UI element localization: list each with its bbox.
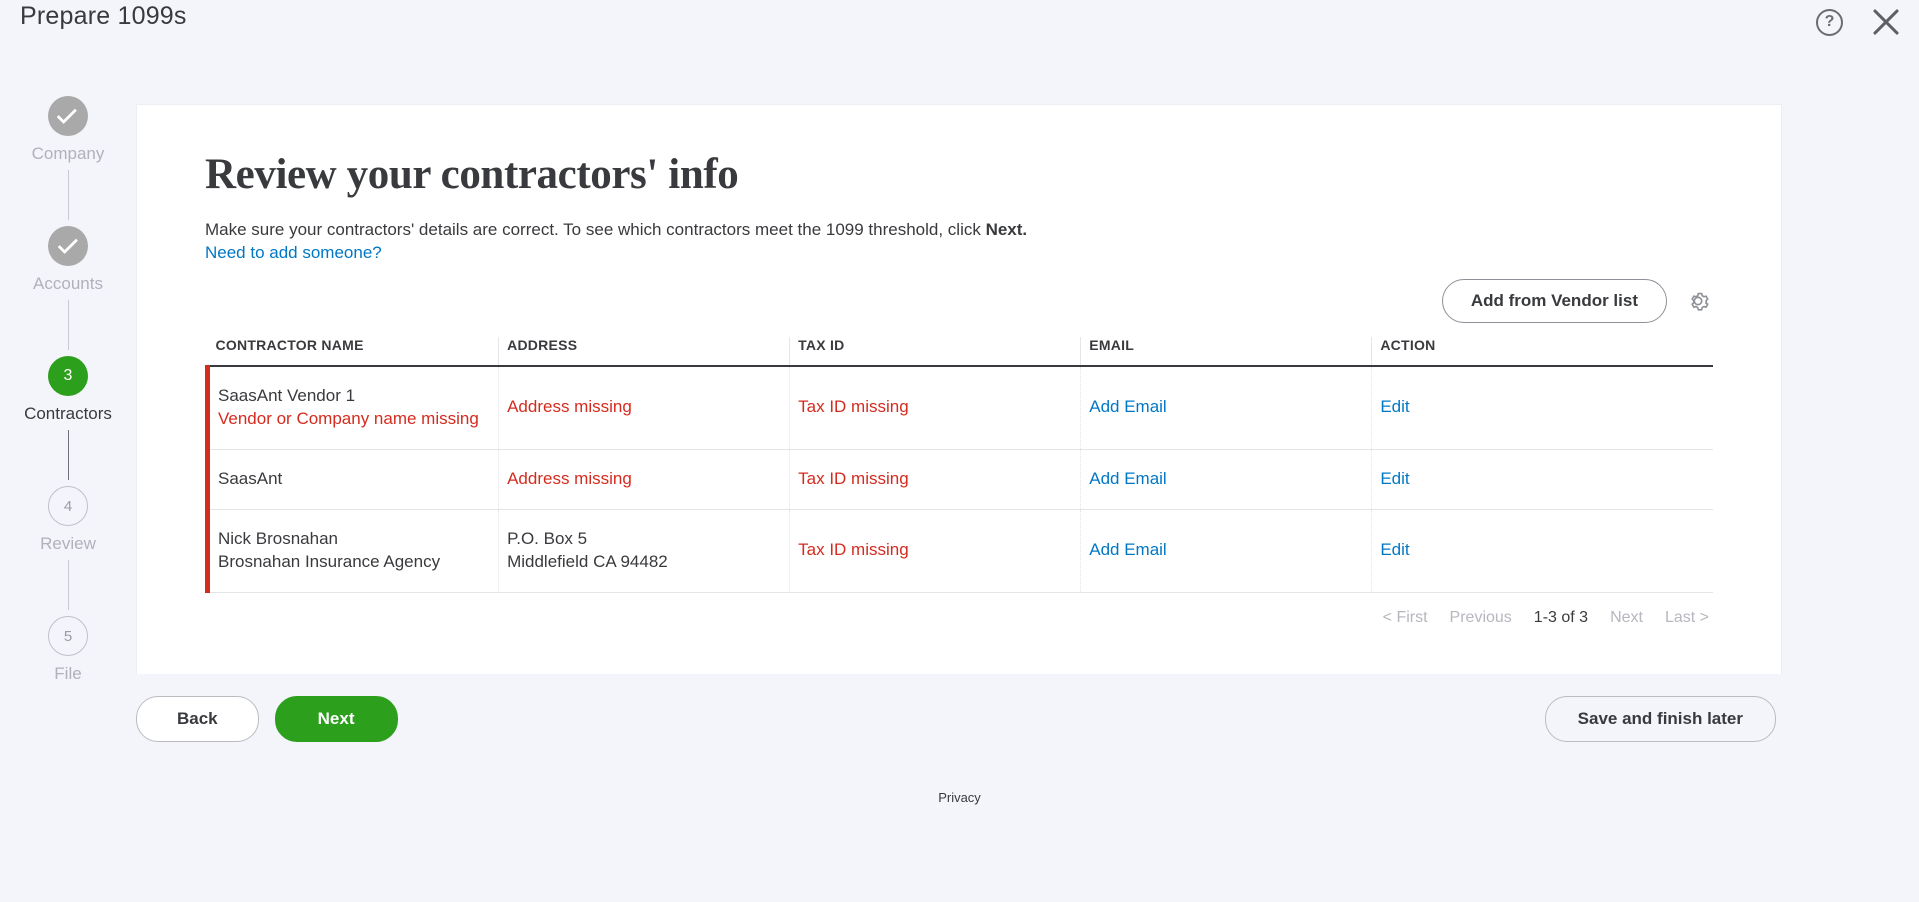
tax-id-value: Tax ID missing: [798, 397, 909, 417]
table-row: SaasAnt Address missing Tax ID missing A…: [204, 449, 1713, 510]
edit-link[interactable]: Edit: [1380, 540, 1409, 559]
cell-email: Add Email: [1080, 449, 1372, 510]
step-bubble-company: [47, 96, 88, 136]
address-line-2: Middlefield CA 94482: [507, 551, 668, 571]
cell-action: Edit: [1371, 449, 1713, 510]
column-header-tax-id: TAX ID: [789, 336, 1081, 367]
close-button[interactable]: [1871, 7, 1901, 37]
stepper-connector: [67, 560, 69, 610]
back-button[interactable]: Back: [136, 696, 259, 742]
stepper-connector: [67, 170, 69, 220]
cell-action: Edit: [1371, 365, 1713, 450]
cell-tax-id: Tax ID missing: [789, 449, 1081, 510]
column-header-email: EMAIL: [1080, 336, 1372, 367]
check-icon: [57, 103, 78, 125]
address-line-1: Address missing: [507, 397, 632, 417]
tax-id-value: Tax ID missing: [798, 540, 909, 560]
stepper-connector: [67, 430, 69, 480]
page-description: Make sure your contractors' details are …: [205, 218, 1713, 243]
sidebar-step-company[interactable]: Company: [31, 96, 105, 164]
contractor-name: SaasAnt: [218, 468, 283, 488]
table-row: Nick Brosnahan Brosnahan Insurance Agenc…: [204, 509, 1713, 593]
sidebar-step-accounts[interactable]: Accounts: [33, 226, 103, 294]
step-bubble-contractors: 3: [48, 356, 88, 396]
sidebar-step-file[interactable]: 5 File: [48, 616, 88, 684]
cell-action: Edit: [1371, 509, 1713, 593]
add-email-link[interactable]: Add Email: [1089, 397, 1166, 416]
step-label-company: Company: [31, 144, 105, 163]
prepare-1099s-window: Prepare 1099s ? Company Accounts 3 Contr…: [0, 0, 1919, 902]
add-email-link[interactable]: Add Email: [1089, 469, 1166, 488]
wizard-stepper: Company Accounts 3 Contractors 4 Review …: [0, 96, 136, 684]
help-circle-icon: ?: [1816, 8, 1843, 36]
step-label-review: Review: [40, 534, 96, 553]
need-to-add-someone-link[interactable]: Need to add someone?: [205, 243, 1713, 263]
table-header-row: CONTRACTOR NAME ADDRESS TAX ID EMAIL ACT…: [207, 336, 1713, 367]
cell-contractor-name: Nick Brosnahan Brosnahan Insurance Agenc…: [204, 509, 499, 593]
close-icon: [1871, 7, 1901, 37]
step-bubble-file: 5: [48, 616, 88, 656]
step-label-contractors: Contractors: [24, 404, 112, 423]
page-description-text: Make sure your contractors' details are …: [205, 220, 986, 240]
sidebar-step-contractors[interactable]: 3 Contractors: [24, 356, 112, 424]
add-email-link[interactable]: Add Email: [1089, 540, 1166, 559]
edit-link[interactable]: Edit: [1380, 397, 1409, 416]
cell-email: Add Email: [1080, 509, 1372, 593]
contractor-name: SaasAnt Vendor 1: [218, 385, 356, 405]
address-line-1: Address missing: [507, 468, 632, 488]
pagination: < First Previous 1-3 of 3 Next Last >: [205, 609, 1713, 627]
cell-tax-id: Tax ID missing: [789, 509, 1081, 593]
topbar-actions: ?: [1816, 0, 1901, 44]
help-button[interactable]: ?: [1816, 8, 1843, 36]
cell-email: Add Email: [1080, 365, 1372, 450]
step-label-file: File: [54, 664, 82, 683]
cell-contractor-name: SaasAnt Vendor 1 Vendor or Company name …: [204, 365, 499, 450]
pagination-last[interactable]: Last >: [1665, 609, 1709, 627]
step-label-accounts: Accounts: [33, 274, 103, 293]
contractors-table: CONTRACTOR NAME ADDRESS TAX ID EMAIL ACT…: [204, 336, 1713, 593]
main-content-card: Review your contractors' info Make sure …: [136, 104, 1782, 674]
contractor-name: Nick Brosnahan: [218, 528, 339, 548]
pagination-first[interactable]: < First: [1383, 609, 1428, 627]
address-line-1: P.O. Box 5: [507, 528, 588, 548]
table-toolbar: Add from Vendor list: [205, 278, 1713, 323]
sidebar-step-review[interactable]: 4 Review: [40, 486, 96, 554]
column-header-address: ADDRESS: [498, 336, 790, 367]
save-and-finish-later-button[interactable]: Save and finish later: [1544, 696, 1776, 742]
column-header-contractor-name: CONTRACTOR NAME: [207, 336, 499, 367]
cell-address: P.O. Box 5 Middlefield CA 94482: [498, 509, 790, 593]
cell-address: Address missing: [498, 365, 790, 450]
edit-link[interactable]: Edit: [1380, 469, 1409, 488]
page-title: Review your contractors' info: [205, 151, 739, 198]
pagination-previous[interactable]: Previous: [1450, 609, 1512, 627]
cell-address: Address missing: [498, 449, 790, 510]
check-icon: [57, 233, 78, 255]
column-header-action: ACTION: [1371, 336, 1713, 367]
page-description-emphasis: Next.: [985, 220, 1028, 240]
table-row: SaasAnt Vendor 1 Vendor or Company name …: [204, 365, 1713, 450]
privacy-link[interactable]: Privacy: [0, 790, 1919, 805]
cell-tax-id: Tax ID missing: [789, 365, 1081, 450]
contractor-company: Brosnahan Insurance Agency: [218, 551, 441, 571]
step-bubble-review: 4: [48, 486, 88, 526]
stepper-connector: [67, 300, 69, 350]
contractor-name-warning: Vendor or Company name missing: [218, 408, 479, 428]
cell-contractor-name: SaasAnt: [204, 449, 499, 510]
window-topbar: Prepare 1099s ?: [0, 0, 1919, 58]
footer-primary-actions: Back Next: [136, 696, 398, 742]
footer-secondary-actions: Save and finish later: [1544, 696, 1776, 742]
add-from-vendor-list-button[interactable]: Add from Vendor list: [1441, 278, 1667, 323]
gear-icon[interactable]: [1685, 288, 1711, 314]
pagination-range: 1-3 of 3: [1533, 608, 1589, 626]
pagination-next[interactable]: Next: [1610, 609, 1643, 627]
next-button[interactable]: Next: [274, 696, 398, 742]
window-title: Prepare 1099s: [20, 2, 187, 30]
step-bubble-accounts: [48, 226, 88, 266]
wizard-footer: Back Next Save and finish later: [136, 674, 1782, 764]
tax-id-value: Tax ID missing: [798, 468, 909, 488]
